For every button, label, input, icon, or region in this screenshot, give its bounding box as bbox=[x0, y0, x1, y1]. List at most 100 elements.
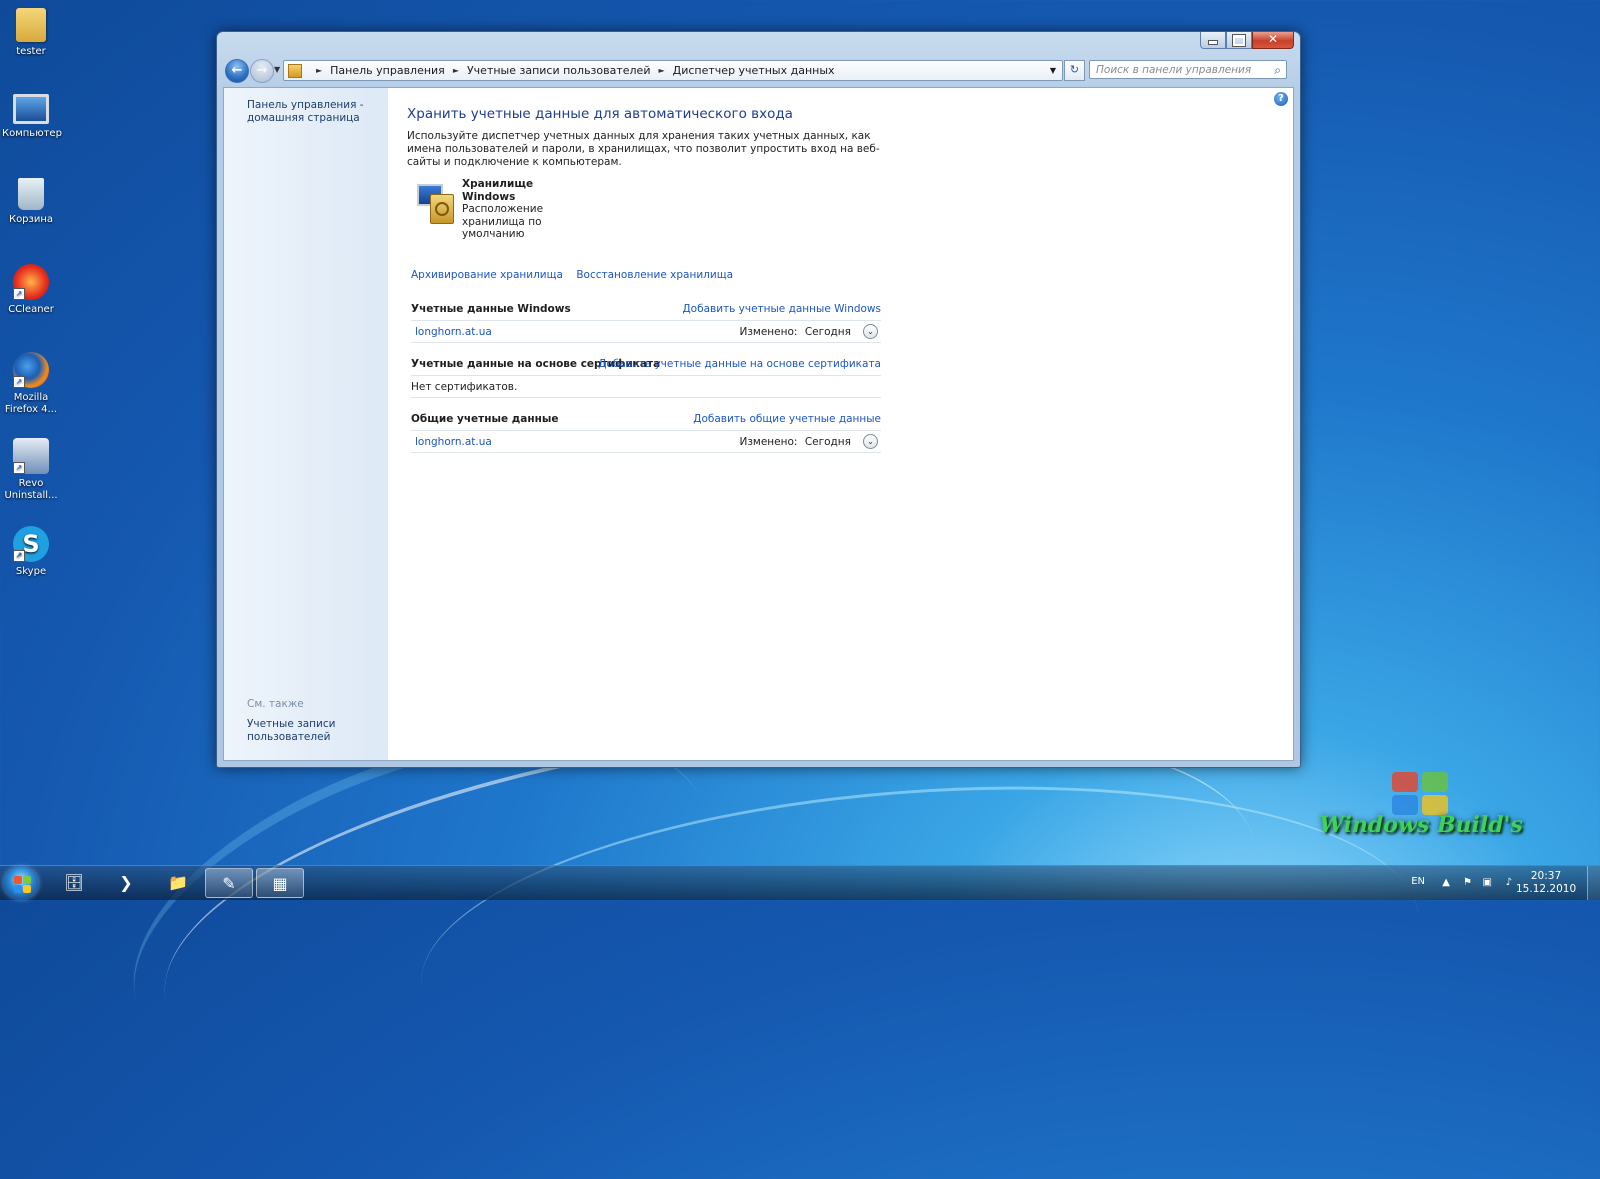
address-dropdown-icon[interactable]: ▼ bbox=[1050, 66, 1056, 75]
search-placeholder: Поиск в панели управления bbox=[1096, 64, 1252, 76]
desktop-icon-label: Корзина bbox=[8, 214, 54, 225]
desktop-icon-tester[interactable]: tester bbox=[2, 8, 60, 58]
window-content: Панель управления - домашняя страница См… bbox=[223, 87, 1294, 761]
taskbar-explorer-button[interactable]: 🗄 bbox=[50, 868, 98, 898]
arrow-right-icon: → bbox=[256, 63, 268, 78]
control-panel-home-link[interactable]: Панель управления - домашняя страница bbox=[247, 99, 367, 124]
modified-value: Сегодня bbox=[804, 326, 851, 338]
desktop-icon-label: Skype bbox=[15, 566, 47, 577]
desktop-icon-ccleaner[interactable]: ↗ CCleaner bbox=[2, 264, 60, 316]
expand-icon[interactable]: ⌄ bbox=[863, 434, 878, 449]
breadcrumb-credential-manager[interactable]: Диспетчер учетных данных bbox=[673, 64, 835, 77]
desktop-icon-revo[interactable]: ↗ Revo Uninstall... bbox=[2, 438, 60, 502]
breadcrumb-control-panel[interactable]: Панель управления bbox=[330, 64, 445, 77]
watermark-text: Windows Build's bbox=[1319, 812, 1523, 838]
powershell-icon: ❯ bbox=[119, 873, 133, 892]
section-header: Общие учетные данные Добавить общие учет… bbox=[411, 411, 881, 431]
page-title: Хранить учетные данные для автоматическо… bbox=[407, 106, 793, 122]
maximize-icon bbox=[1232, 34, 1246, 47]
breadcrumb-separator-icon[interactable]: ► bbox=[453, 66, 459, 75]
control-panel-icon: ▦ bbox=[272, 874, 288, 893]
add-certificate-credential-link[interactable]: Добавить учетные данные на основе сертиф… bbox=[598, 358, 881, 370]
section-title: Учетные данные Windows bbox=[411, 303, 571, 315]
credential-row[interactable]: longhorn.at.ua Изменено: Сегодня ⌄ bbox=[411, 431, 881, 453]
action-center-flag-icon[interactable]: ⚑ bbox=[1463, 877, 1472, 888]
modified-label: Изменено: bbox=[739, 436, 798, 448]
taskbar-folder-button[interactable]: 📁 bbox=[154, 868, 202, 898]
ccleaner-icon: ↗ bbox=[13, 264, 49, 300]
system-tray: EN ▲ ⚑ ▣ ♪ 20:37 15.12.2010 bbox=[1360, 866, 1600, 900]
shortcut-arrow-icon: ↗ bbox=[13, 288, 25, 300]
user-accounts-link[interactable]: Учетные записи пользователей bbox=[247, 718, 357, 743]
firefox-icon: ↗ bbox=[13, 352, 49, 388]
close-button[interactable]: ✕ bbox=[1252, 32, 1294, 49]
network-icon[interactable]: ▣ bbox=[1483, 877, 1492, 888]
forward-button[interactable]: → bbox=[250, 59, 274, 83]
desktop-icon-skype[interactable]: S ↗ Skype bbox=[2, 526, 60, 578]
section-header: Учетные данные Windows Добавить учетные … bbox=[411, 301, 881, 321]
backup-vault-link[interactable]: Архивирование хранилища bbox=[411, 269, 563, 281]
volume-icon[interactable]: ♪ bbox=[1506, 877, 1512, 888]
maximize-button[interactable] bbox=[1226, 32, 1252, 49]
help-button[interactable]: ? bbox=[1274, 92, 1288, 106]
windows-vault[interactable]: Хранилище Windows Расположение хранилища… bbox=[417, 178, 543, 240]
recent-pages-dropdown[interactable]: ▼ bbox=[274, 65, 280, 74]
shortcut-arrow-icon: ↗ bbox=[13, 462, 25, 474]
breadcrumb-user-accounts[interactable]: Учетные записи пользователей bbox=[467, 64, 651, 77]
see-also-heading: См. также bbox=[247, 698, 304, 710]
search-icon[interactable]: ⌕ bbox=[1274, 61, 1281, 80]
minimize-icon bbox=[1208, 40, 1218, 45]
address-bar[interactable]: ► Панель управления ► Учетные записи пол… bbox=[283, 60, 1063, 81]
search-input[interactable]: Поиск в панели управления ⌕ bbox=[1089, 60, 1287, 79]
taskbar-powershell-button[interactable]: ❯ bbox=[102, 868, 150, 898]
caption-buttons: ✕ bbox=[1200, 32, 1294, 49]
no-certificates-text: Нет сертификатов. bbox=[411, 381, 518, 393]
modified-value: Сегодня bbox=[804, 436, 851, 448]
breadcrumb-separator-icon[interactable]: ► bbox=[316, 66, 322, 75]
add-windows-credential-link[interactable]: Добавить учетные данные Windows bbox=[682, 303, 881, 315]
computer-icon bbox=[13, 94, 49, 124]
language-indicator[interactable]: EN bbox=[1411, 876, 1425, 887]
breadcrumb-separator-icon[interactable]: ► bbox=[658, 66, 664, 75]
empty-message: Нет сертификатов. bbox=[411, 376, 881, 398]
vault-title: Хранилище Windows bbox=[462, 178, 534, 203]
windows-credentials-section: Учетные данные Windows Добавить учетные … bbox=[411, 301, 881, 343]
credential-manager-window: ✕ ← → ▼ ► Панель управления ► Учетные за… bbox=[216, 31, 1301, 768]
taskbar-ccleaner-button[interactable]: ✎ bbox=[205, 868, 253, 898]
clock[interactable]: 20:37 15.12.2010 bbox=[1516, 870, 1576, 896]
explorer-icon: 🗄 bbox=[63, 873, 85, 892]
desktop-icon-firefox[interactable]: ↗ Mozilla Firefox 4... bbox=[2, 352, 60, 416]
folder-icon: 📁 bbox=[168, 873, 188, 892]
modified-info: Изменено: Сегодня bbox=[739, 436, 851, 448]
desktop-icon-label: Revo Uninstall... bbox=[4, 478, 58, 501]
refresh-button[interactable]: ↻ bbox=[1064, 60, 1085, 81]
section-header: Учетные данные на основе сертификата Доб… bbox=[411, 356, 881, 376]
restore-vault-link[interactable]: Восстановление хранилища bbox=[576, 269, 733, 281]
show-desktop-button[interactable] bbox=[1587, 866, 1600, 900]
task-pane: Панель управления - домашняя страница См… bbox=[224, 88, 388, 760]
control-panel-icon bbox=[288, 63, 302, 78]
start-button[interactable] bbox=[4, 867, 38, 899]
taskbar: 🗄 ❯ 📁 ✎ ▦ EN ▲ ⚑ ▣ ♪ 20:37 15.12.2010 bbox=[0, 865, 1600, 900]
revo-uninstaller-icon: ↗ bbox=[13, 438, 49, 474]
expand-icon[interactable]: ⌄ bbox=[863, 324, 878, 339]
desktop-icon-label: Компьютер bbox=[2, 128, 62, 139]
help-icon: ? bbox=[1278, 93, 1284, 104]
show-hidden-icons-icon[interactable]: ▲ bbox=[1442, 877, 1450, 888]
vault-actions: Архивирование хранилища Восстановление х… bbox=[411, 269, 733, 281]
desktop-icon-label: CCleaner bbox=[8, 304, 54, 315]
desktop-icon-recycle-bin[interactable]: Корзина bbox=[2, 178, 60, 226]
minimize-button[interactable] bbox=[1200, 32, 1226, 49]
desktop-icon-computer[interactable]: Компьютер bbox=[2, 94, 62, 140]
credential-name[interactable]: longhorn.at.ua bbox=[415, 326, 492, 338]
shortcut-arrow-icon: ↗ bbox=[13, 550, 25, 562]
taskbar-control-panel-button[interactable]: ▦ bbox=[256, 868, 304, 898]
credential-name[interactable]: longhorn.at.ua bbox=[415, 436, 492, 448]
vault-subtitle: Расположение хранилища по умолчанию bbox=[462, 203, 544, 240]
clock-date: 15.12.2010 bbox=[1516, 883, 1577, 895]
desktop-swoosh bbox=[409, 755, 1431, 1148]
modified-info: Изменено: Сегодня bbox=[739, 326, 851, 338]
add-generic-credential-link[interactable]: Добавить общие учетные данные bbox=[693, 413, 881, 425]
credential-row[interactable]: longhorn.at.ua Изменено: Сегодня ⌄ bbox=[411, 321, 881, 343]
back-button[interactable]: ← bbox=[225, 59, 249, 83]
